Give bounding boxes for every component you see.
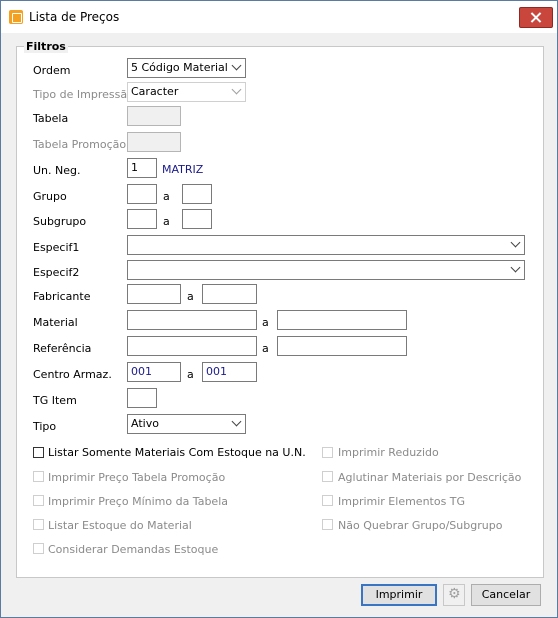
un-neg-label: Un. Neg. — [33, 164, 81, 177]
chevron-down-icon — [510, 237, 521, 248]
chevron-down-icon — [231, 60, 242, 71]
listar-somente-label: Listar Somente Materiais Com Estoque na … — [48, 446, 306, 459]
imprimir-preco-promocao-checkbox — [33, 471, 44, 482]
tg-item-field[interactable] — [127, 388, 157, 408]
window-title: Lista de Preços — [29, 10, 120, 24]
imprimir-reduzido-label: Imprimir Reduzido — [338, 446, 439, 459]
subgrupo-to-field[interactable] — [182, 209, 212, 229]
especif1-label: Especif1 — [33, 241, 80, 254]
imprimir-preco-minimo-label: Imprimir Preço Mínimo da Tabela — [48, 495, 228, 508]
referencia-label: Referência — [33, 342, 92, 355]
imprimir-elementos-label: Imprimir Elementos TG — [338, 495, 466, 508]
fabricante-from-field[interactable] — [127, 284, 181, 304]
fabricante-label: Fabricante — [33, 290, 91, 303]
material-separator: a — [262, 316, 269, 329]
imprimir-reduzido-checkbox — [322, 447, 333, 458]
un-neg-field[interactable]: 1 — [127, 158, 157, 178]
especif1-select[interactable] — [127, 235, 525, 255]
centro-armaz-separator: a — [187, 368, 194, 381]
tabela-promocao-label: Tabela Promoção — [33, 138, 127, 151]
tipo-impressao-label: Tipo de Impressão — [33, 88, 134, 101]
tg-item-label: TG Item — [33, 394, 77, 407]
material-from-field[interactable] — [127, 310, 257, 330]
referencia-separator: a — [262, 342, 269, 355]
app-icon — [9, 10, 23, 24]
tabela-field[interactable] — [127, 106, 181, 126]
ordem-value: 5 Código Material — [131, 61, 228, 74]
referencia-from-field[interactable] — [127, 336, 257, 356]
ordem-label: Ordem — [33, 64, 71, 77]
un-neg-description: MATRIZ — [162, 163, 204, 176]
cancelar-button[interactable]: Cancelar — [471, 584, 541, 606]
grupo-label: Grupo — [33, 190, 67, 203]
grupo-separator: a — [163, 190, 170, 203]
imprimir-button[interactable]: Imprimir — [361, 584, 437, 606]
tipo-impressao-select: Caracter — [127, 82, 246, 102]
material-to-field[interactable] — [277, 310, 407, 330]
chevron-down-icon — [510, 262, 521, 273]
fabricante-to-field[interactable] — [202, 284, 257, 304]
aglutinar-label: Aglutinar Materiais por Descrição — [338, 471, 522, 484]
tabela-promocao-field — [127, 132, 181, 152]
tipo-label: Tipo — [33, 420, 57, 433]
grupo-from-field[interactable] — [127, 184, 157, 204]
subgrupo-separator: a — [163, 215, 170, 228]
gear-icon: ⚙ — [448, 586, 461, 602]
centro-armaz-label: Centro Armaz. — [33, 368, 112, 381]
chevron-down-icon — [231, 416, 242, 427]
centro-armaz-from-field[interactable]: 001 — [127, 362, 181, 382]
title-bar: Lista de Preços — [1, 1, 557, 33]
filters-legend: Filtros — [24, 40, 68, 53]
chevron-down-icon — [231, 84, 242, 95]
subgrupo-label: Subgrupo — [33, 215, 87, 228]
imprimir-preco-promocao-label: Imprimir Preço Tabela Promoção — [48, 471, 226, 484]
nao-quebrar-checkbox — [322, 519, 333, 530]
material-label: Material — [33, 316, 78, 329]
referencia-to-field[interactable] — [277, 336, 407, 356]
listar-estoque-label: Listar Estoque do Material — [48, 519, 192, 532]
tipo-value: Ativo — [131, 417, 159, 430]
especif2-select[interactable] — [127, 260, 525, 280]
grupo-to-field[interactable] — [182, 184, 212, 204]
tabela-label: Tabela — [33, 112, 69, 125]
subgrupo-from-field[interactable] — [127, 209, 157, 229]
considerar-demandas-checkbox — [33, 543, 44, 554]
nao-quebrar-label: Não Quebrar Grupo/Subgrupo — [338, 519, 503, 532]
centro-armaz-to-field[interactable]: 001 — [202, 362, 257, 382]
listar-estoque-checkbox — [33, 519, 44, 530]
ordem-select[interactable]: 5 Código Material — [127, 58, 246, 78]
especif2-label: Especif2 — [33, 266, 80, 279]
listar-somente-checkbox[interactable] — [33, 447, 44, 458]
settings-button: ⚙ — [443, 584, 465, 606]
aglutinar-checkbox — [322, 471, 333, 482]
tipo-impressao-value: Caracter — [131, 85, 179, 98]
imprimir-preco-minimo-checkbox — [33, 495, 44, 506]
fabricante-separator: a — [187, 290, 194, 303]
close-button[interactable] — [519, 7, 553, 28]
considerar-demandas-label: Considerar Demandas Estoque — [48, 543, 219, 556]
imprimir-elementos-checkbox — [322, 495, 333, 506]
tipo-select[interactable]: Ativo — [127, 414, 246, 434]
